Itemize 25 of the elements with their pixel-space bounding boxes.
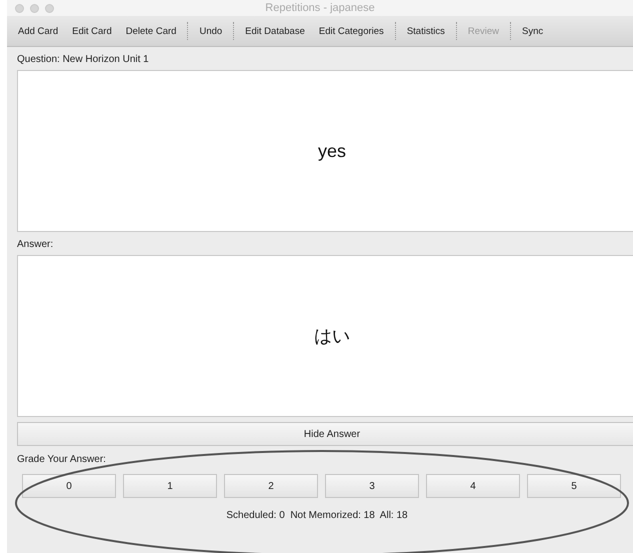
toolbar-button[interactable]: Add Card xyxy=(11,26,66,36)
question-text: yes xyxy=(318,140,346,162)
close-icon[interactable] xyxy=(15,4,24,13)
toolbar-button[interactable]: Edit Card xyxy=(65,26,119,36)
grade-button[interactable]: 4 xyxy=(426,474,520,498)
grade-button[interactable]: 3 xyxy=(325,474,419,498)
status-text: Scheduled: 0 Not Memorized: 18 All: 18 xyxy=(226,510,408,521)
grade-label: Grade Your Answer: xyxy=(17,454,107,465)
grade-button[interactable]: 1 xyxy=(123,474,217,498)
zoom-icon[interactable] xyxy=(45,4,54,13)
question-label: Question: New Horizon Unit 1 xyxy=(17,54,150,65)
toolbar-button[interactable]: Sync xyxy=(514,26,550,36)
toolbar-button[interactable]: Edit Categories xyxy=(312,26,391,36)
toolbar-button[interactable]: Undo xyxy=(192,26,230,36)
window-title: Repetitions - japanese xyxy=(265,2,375,14)
toolbar-button[interactable]: Statistics xyxy=(400,26,452,36)
answer-label: Answer: xyxy=(17,239,54,250)
minimize-icon[interactable] xyxy=(30,4,39,13)
grade-button[interactable]: 5 xyxy=(527,474,621,498)
toolbar-button[interactable]: Delete Card xyxy=(118,26,184,36)
toolbar-button[interactable]: Edit Database xyxy=(238,26,312,36)
grade-button[interactable]: 0 xyxy=(22,474,116,498)
hide-answer-button[interactable]: Hide Answer xyxy=(17,422,633,446)
grade-button[interactable]: 2 xyxy=(224,474,318,498)
answer-text: はい xyxy=(314,325,350,348)
